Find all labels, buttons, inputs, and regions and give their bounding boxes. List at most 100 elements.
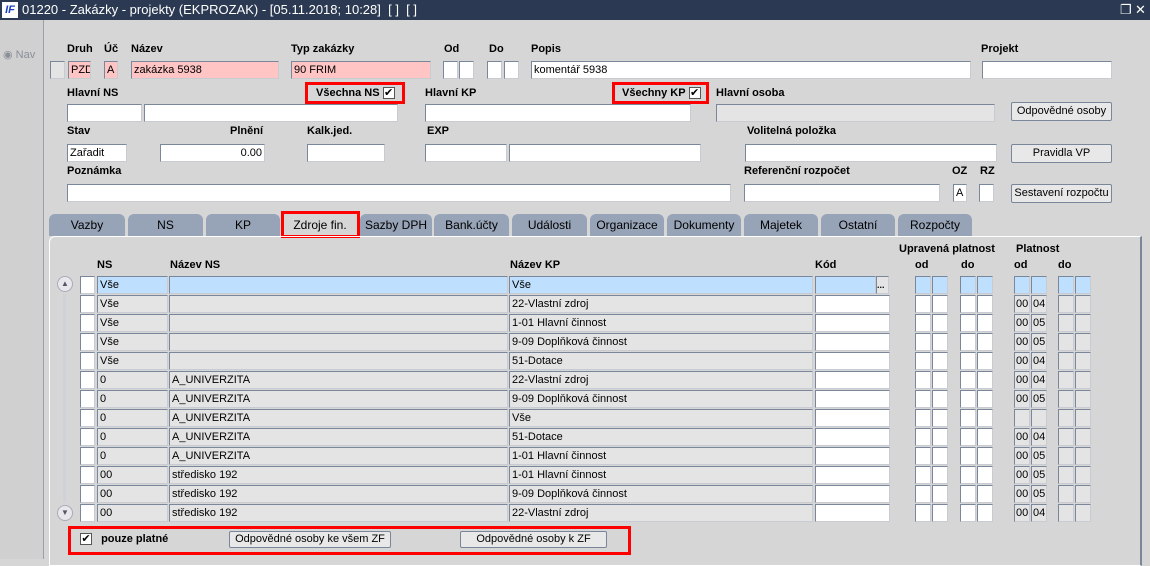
ns-cell[interactable]: 0 (97, 371, 168, 389)
ns-cell[interactable]: 00 (97, 504, 168, 522)
tab-ostatn-[interactable]: Ostatní (821, 214, 895, 236)
upravena-od-cell[interactable] (932, 352, 948, 370)
ns-cell[interactable]: Vše (97, 295, 168, 313)
kod-cell[interactable] (815, 352, 890, 370)
tab-majetek[interactable]: Majetek (744, 214, 818, 236)
upravena-do-cell[interactable] (960, 447, 976, 465)
kod-cell[interactable] (815, 314, 890, 332)
row-selector[interactable] (80, 504, 95, 522)
upravena-od-cell[interactable] (932, 390, 948, 408)
oz-field[interactable]: A (953, 184, 967, 202)
upravena-od-cell[interactable] (932, 447, 948, 465)
hlavni-ns-name-field[interactable] (144, 104, 398, 122)
row-selector[interactable] (80, 276, 95, 294)
upravena-do-cell[interactable] (977, 504, 993, 522)
do-field-2[interactable] (504, 61, 519, 79)
pravidla-vp-button[interactable]: Pravidla VP (1011, 144, 1112, 163)
upravena-do-cell[interactable] (960, 466, 976, 484)
projekt-field[interactable] (982, 61, 1112, 79)
upravena-od-cell[interactable] (932, 485, 948, 503)
upravena-do-cell[interactable] (960, 485, 976, 503)
odpovedne-osoby-vsem-zf-button[interactable]: Odpovědné osoby ke všem ZF (229, 531, 391, 548)
upravena-do-cell[interactable] (977, 428, 993, 446)
upravena-do-cell[interactable] (960, 333, 976, 351)
upravena-do-cell[interactable] (977, 485, 993, 503)
ref-field[interactable] (744, 184, 940, 202)
scroll-down-button[interactable]: ▼ (57, 505, 73, 521)
ns-cell[interactable]: Vše (97, 276, 168, 294)
exp-field-2[interactable] (509, 144, 701, 162)
odpovedne-osoby-zf-button[interactable]: Odpovědné osoby k ZF (460, 531, 607, 548)
hlavni-ns-code-field[interactable] (67, 104, 142, 122)
ns-cell[interactable]: 0 (97, 390, 168, 408)
pouze-platne-checkbox[interactable]: ✔ (80, 533, 92, 545)
odpovedne-osoby-button[interactable]: Odpovědné osoby (1011, 102, 1112, 121)
upravena-do-cell[interactable] (977, 295, 993, 313)
row-selector[interactable] (80, 428, 95, 446)
upravena-od-cell[interactable] (932, 333, 948, 351)
upravena-od-cell[interactable] (915, 295, 931, 313)
sestaveni-rozpoctu-button[interactable]: Sestavení rozpočtu (1011, 184, 1112, 203)
record-indicator[interactable] (50, 61, 65, 79)
kod-cell[interactable] (815, 409, 890, 427)
upravena-od-cell[interactable] (915, 485, 931, 503)
row-selector[interactable] (80, 333, 95, 351)
od-field-2[interactable] (459, 61, 474, 79)
upravena-do-cell[interactable] (960, 276, 976, 294)
upravena-od-cell[interactable] (932, 295, 948, 313)
kod-cell[interactable] (815, 504, 890, 522)
row-selector[interactable] (80, 390, 95, 408)
tab-vazby[interactable]: Vazby (49, 214, 125, 236)
upravena-od-cell[interactable] (915, 276, 931, 294)
upravena-do-cell[interactable] (960, 504, 976, 522)
upravena-do-cell[interactable] (977, 390, 993, 408)
upravena-do-cell[interactable] (977, 447, 993, 465)
tab-rozpo-ty[interactable]: Rozpočty (898, 214, 972, 236)
upravena-do-cell[interactable] (960, 409, 976, 427)
upravena-od-cell[interactable] (932, 371, 948, 389)
upravena-od-cell[interactable] (932, 314, 948, 332)
ns-cell[interactable]: 0 (97, 409, 168, 427)
upravena-od-cell[interactable] (932, 428, 948, 446)
upravena-do-cell[interactable] (977, 314, 993, 332)
upravena-do-cell[interactable] (977, 409, 993, 427)
kod-cell[interactable] (815, 333, 890, 351)
vsechna-ns-checkbox[interactable]: ✔ (382, 87, 395, 99)
ns-cell[interactable]: 0 (97, 428, 168, 446)
stav-field[interactable]: Zařadit (67, 144, 127, 162)
kod-cell[interactable] (815, 295, 890, 313)
poznamka-field[interactable] (67, 184, 731, 202)
upravena-od-cell[interactable] (932, 276, 948, 294)
ns-cell[interactable]: Vše (97, 314, 168, 332)
tab-ud-losti[interactable]: Události (512, 214, 587, 236)
upravena-do-cell[interactable] (977, 466, 993, 484)
volitelna-field[interactable] (745, 144, 997, 162)
upravena-od-cell[interactable] (915, 371, 931, 389)
upravena-od-cell[interactable] (915, 428, 931, 446)
kod-cell[interactable] (815, 485, 890, 503)
upravena-od-cell[interactable] (915, 504, 931, 522)
upravena-do-cell[interactable] (977, 352, 993, 370)
scrollbar-track[interactable] (63, 294, 66, 502)
tab-organizace[interactable]: Organizace (590, 214, 664, 236)
upravena-od-cell[interactable] (915, 390, 931, 408)
kod-cell[interactable] (815, 371, 890, 389)
tab-sazby-dph[interactable]: Sazby DPH (360, 214, 432, 236)
row-selector[interactable] (80, 295, 95, 313)
upravena-od-cell[interactable] (932, 504, 948, 522)
row-selector[interactable] (80, 371, 95, 389)
tab-kp[interactable]: KP (206, 214, 280, 236)
upravena-do-cell[interactable] (960, 295, 976, 313)
upravena-do-cell[interactable] (960, 371, 976, 389)
kod-cell[interactable] (815, 390, 890, 408)
row-selector[interactable] (80, 447, 95, 465)
nazev-field[interactable]: zakázka 5938 (131, 61, 279, 79)
upravena-do-cell[interactable] (960, 314, 976, 332)
upravena-do-cell[interactable] (977, 371, 993, 389)
kod-cell[interactable] (815, 428, 890, 446)
tab-ns[interactable]: NS (128, 214, 203, 236)
do-field-1[interactable] (487, 61, 502, 79)
upravena-do-cell[interactable] (977, 333, 993, 351)
upravena-do-cell[interactable] (960, 390, 976, 408)
nav-button[interactable]: ◉ Nav (3, 48, 35, 61)
